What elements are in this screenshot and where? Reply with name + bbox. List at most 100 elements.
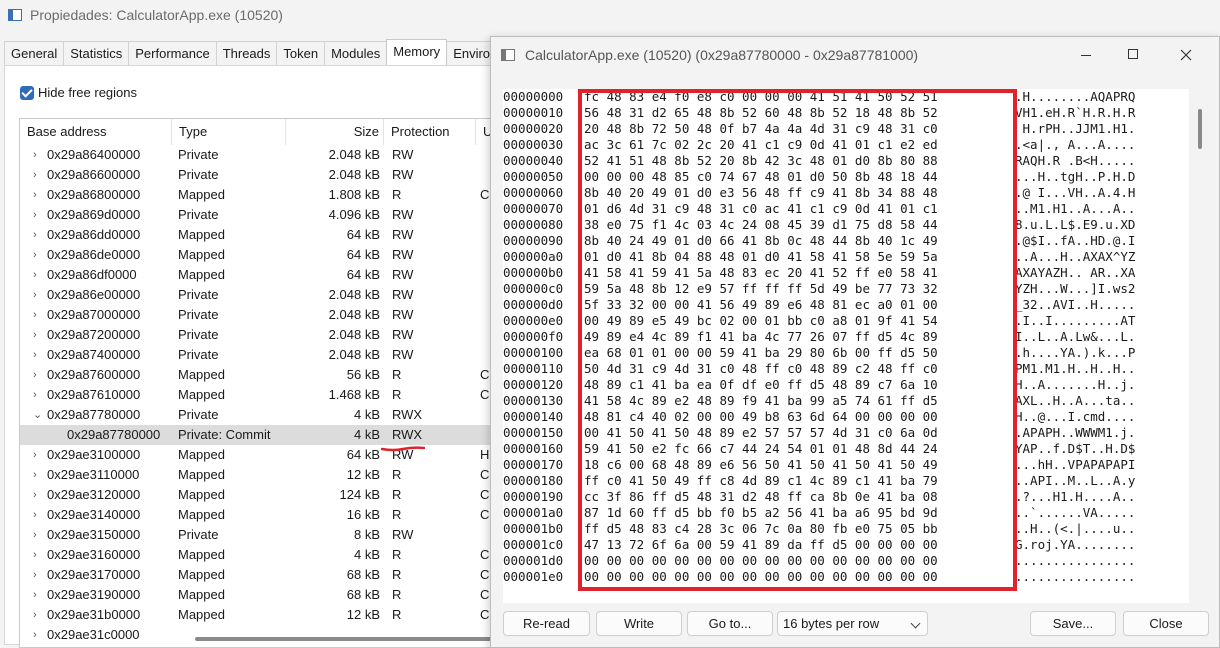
cell-base-address: 0x29ae3160000 <box>47 547 141 562</box>
chevron-right-icon[interactable]: › <box>33 265 43 285</box>
table-row[interactable]: › 0x29ae3150000 Private 8 kB RW <box>20 525 500 545</box>
hex-ascii: ..M1.H1..A...A.. <box>1015 201 1136 216</box>
chevron-right-icon[interactable]: › <box>33 585 43 605</box>
table-row[interactable]: › 0x29a86e00000 Private 2.048 kB RW <box>20 285 500 305</box>
cell-protection: R <box>392 567 402 582</box>
tab-memory[interactable]: Memory <box>386 39 448 65</box>
table-row[interactable]: › 0x29ae3140000 Mapped 16 kB R C <box>20 505 500 525</box>
memory-regions-table[interactable]: Base address Type Size Protection Us ›0x… <box>19 118 501 648</box>
maximize-button[interactable] <box>1110 37 1156 73</box>
reread-button[interactable]: Re-read <box>503 611 590 636</box>
table-row[interactable]: › 0x29ae3160000 Mapped 4 kB R C <box>20 545 500 565</box>
table-row[interactable]: › 0x29a86800000 Mapped 1.808 kB R C <box>20 185 500 205</box>
chevron-right-icon[interactable]: › <box>33 565 43 585</box>
hex-ascii: H..@...I.cmd.... <box>1015 409 1136 424</box>
chevron-right-icon[interactable]: › <box>33 485 43 505</box>
table-row[interactable]: › 0x29ae31c0000 <box>20 625 500 645</box>
hide-free-regions-checkbox[interactable]: Hide free regions <box>20 85 137 100</box>
cell-use: C <box>480 587 490 602</box>
bytes-per-row-select[interactable]: 16 bytes per row <box>777 611 928 636</box>
chevron-right-icon[interactable]: › <box>33 505 43 525</box>
column-header-base-address[interactable]: Base address <box>20 119 172 145</box>
column-header-protection[interactable]: Protection <box>384 119 476 145</box>
chevron-right-icon[interactable]: › <box>33 365 43 385</box>
chevron-right-icon[interactable]: › <box>33 465 43 485</box>
chevron-right-icon[interactable]: › <box>33 245 43 265</box>
checkbox-checked-icon[interactable] <box>20 85 34 100</box>
chevron-down-icon[interactable]: ⌄ <box>33 405 43 425</box>
column-header-size[interactable]: Size <box>286 119 384 145</box>
table-row[interactable]: 0x29a87780000 Private: Commit 4 kB RWX <box>20 425 500 445</box>
write-button[interactable]: Write <box>596 611 682 636</box>
hex-offset: 00000100 <box>503 345 564 360</box>
cell-type: Mapped <box>178 387 225 402</box>
cell-protection: RW <box>392 247 414 262</box>
hex-ascii: G.roj.YA........ <box>1015 537 1136 552</box>
table-row[interactable]: › 0x29ae3100000 Mapped 64 kB RW H <box>20 445 500 465</box>
tab-performance[interactable]: Performance <box>128 41 217 65</box>
table-row[interactable]: › 0x29a86400000 Private 2.048 kB RW <box>20 145 500 165</box>
table-row[interactable]: › 0x29a87600000 Mapped 56 kB R C <box>20 365 500 385</box>
hex-ascii: ...hH..VPAPAPAPI <box>1015 457 1136 472</box>
chevron-down-icon <box>910 618 921 629</box>
goto-button[interactable]: Go to... <box>687 611 773 636</box>
chevron-right-icon[interactable]: › <box>33 625 43 645</box>
hex-offset: 00000040 <box>503 153 564 168</box>
hex-ascii: VH1.eH.R`H.R.H.R <box>1015 105 1136 120</box>
table-row[interactable]: › 0x29ae3170000 Mapped 68 kB R C <box>20 565 500 585</box>
table-row[interactable]: › 0x29ae3120000 Mapped 124 kB R C <box>20 485 500 505</box>
table-row[interactable]: › 0x29a87400000 Private 2.048 kB RW <box>20 345 500 365</box>
hex-ascii: AXAYAZH.. AR..XA <box>1015 265 1136 280</box>
chevron-right-icon[interactable]: › <box>33 305 43 325</box>
chevron-right-icon[interactable]: › <box>33 165 43 185</box>
table-row[interactable]: › 0x29ae3190000 Mapped 68 kB R C <box>20 585 500 605</box>
cell-base-address: 0x29ae3140000 <box>47 507 141 522</box>
vertical-scrollbar[interactable] <box>1198 109 1202 149</box>
chevron-right-icon[interactable]: › <box>33 205 43 225</box>
table-row[interactable]: › 0x29a86dd0000 Mapped 64 kB RW <box>20 225 500 245</box>
cell-type: Mapped <box>178 367 225 382</box>
tab-statistics[interactable]: Statistics <box>63 41 130 65</box>
table-row[interactable]: › 0x29a86600000 Private 2.048 kB RW <box>20 165 500 185</box>
tab-threads[interactable]: Threads <box>215 41 278 65</box>
chevron-right-icon[interactable]: › <box>33 445 43 465</box>
table-row[interactable]: › 0x29a86de0000 Mapped 64 kB RW <box>20 245 500 265</box>
cell-type: Mapped <box>178 467 225 482</box>
tab-modules[interactable]: Modules <box>324 41 388 65</box>
cell-use: C <box>480 187 490 202</box>
chevron-right-icon[interactable]: › <box>33 525 43 545</box>
chevron-right-icon[interactable]: › <box>33 185 43 205</box>
tab-token[interactable]: Token <box>276 41 326 65</box>
chevron-right-icon[interactable]: › <box>33 385 43 405</box>
tab-general[interactable]: General <box>4 41 65 65</box>
table-row[interactable]: › 0x29a87200000 Private 2.048 kB RW <box>20 325 500 345</box>
chevron-right-icon[interactable]: › <box>33 345 43 365</box>
table-row[interactable]: › 0x29ae31b0000 Mapped 12 kB R C <box>20 605 500 625</box>
rwx-underline-annotation <box>381 446 425 452</box>
chevron-right-icon[interactable]: › <box>33 605 43 625</box>
cell-type: Private <box>178 527 219 542</box>
close-window-button[interactable] <box>1163 37 1209 73</box>
table-row[interactable]: › 0x29a87610000 Mapped 1.468 kB R C <box>20 385 500 405</box>
cell-protection: RW <box>392 307 414 322</box>
chevron-right-icon[interactable]: › <box>33 225 43 245</box>
chevron-right-icon[interactable]: › <box>33 285 43 305</box>
table-row[interactable]: › 0x29a869d0000 Private 4.096 kB RW <box>20 205 500 225</box>
minimize-button[interactable] <box>1063 37 1109 73</box>
table-row[interactable]: › 0x29ae3110000 Mapped 12 kB R C <box>20 465 500 485</box>
hex-offset: 00000180 <box>503 473 564 488</box>
table-row[interactable]: ⌄ 0x29a87780000 Private 4 kB RWX <box>20 405 500 425</box>
hex-ascii: AXL..H..A...ta.. <box>1015 393 1136 408</box>
chevron-right-icon[interactable]: › <box>33 325 43 345</box>
close-button[interactable]: Close <box>1123 611 1209 636</box>
horizontal-scrollbar[interactable] <box>195 637 495 641</box>
save-button[interactable]: Save... <box>1030 611 1116 636</box>
cell-type: Private <box>178 347 219 362</box>
hex-dump-view[interactable]: 00000000 fc 48 83 e4 f0 e8 c0 00 00 00 41… <box>503 89 1189 603</box>
chevron-right-icon[interactable]: › <box>33 545 43 565</box>
table-row[interactable]: › 0x29a87000000 Private 2.048 kB RW <box>20 305 500 325</box>
chevron-right-icon[interactable]: › <box>33 145 43 165</box>
column-header-type[interactable]: Type <box>172 119 286 145</box>
table-row[interactable]: › 0x29a86df0000 Mapped 64 kB RW <box>20 265 500 285</box>
cell-protection: RW <box>392 287 414 302</box>
